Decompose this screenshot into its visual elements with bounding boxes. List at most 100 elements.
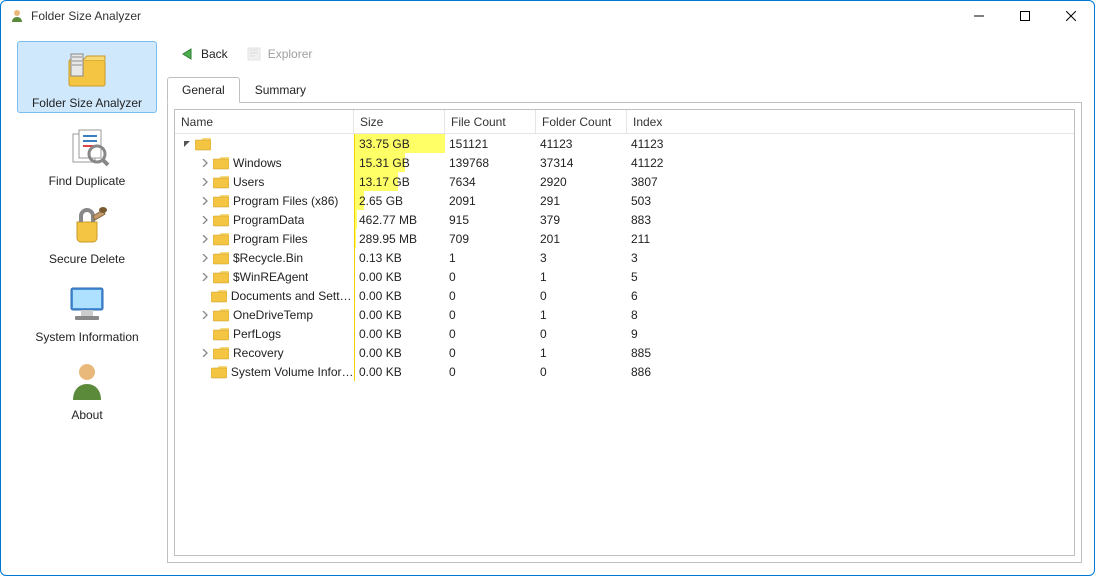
cell-file: 151121 [445,134,536,153]
cell-size: 289.95 MB [354,229,445,248]
folder-icon [213,213,229,227]
cell-size: 33.75 GB [354,134,445,153]
tree-expander[interactable] [197,250,213,266]
sidebar-item-label: Folder Size Analyzer [32,96,142,110]
tree-expander[interactable] [179,136,195,152]
cell-index: 5 [627,267,718,286]
table-row[interactable]: $Recycle.Bin0.13 KB133 [175,248,1074,267]
tree-expander[interactable] [197,345,213,361]
tree-expander[interactable] [197,269,213,285]
cell-name: Program Files (x86) [175,191,354,210]
size-text: 15.31 GB [355,156,410,170]
sidebar-item-label: System Information [35,330,138,344]
explorer-button[interactable]: Explorer [246,46,313,62]
minimize-button[interactable] [956,1,1002,31]
cell-folder: 0 [536,286,627,305]
tree-expander[interactable] [197,307,213,323]
table-row[interactable]: Windows15.31 GB1397683731441122 [175,153,1074,172]
col-header-name[interactable]: Name [175,110,354,133]
cell-size: 0.00 KB [354,362,445,381]
cell-index: 503 [627,191,718,210]
cell-name: Users [175,172,354,191]
back-label: Back [201,47,228,61]
table-row[interactable]: Recovery0.00 KB01885 [175,343,1074,362]
table-row[interactable]: 33.75 GB1511214112341123 [175,134,1074,153]
table-row[interactable]: Documents and Settings0.00 KB006 [175,286,1074,305]
cell-size: 0.00 KB [354,343,445,362]
tree-spacer [197,326,213,342]
name-text: Program Files (x86) [233,194,338,208]
cell-file: 0 [445,305,536,324]
tab-summary[interactable]: Summary [240,77,321,103]
tab-label: General [182,83,225,97]
close-button[interactable] [1048,1,1094,31]
tree-expander[interactable] [197,155,213,171]
table-row[interactable]: $WinREAgent0.00 KB015 [175,267,1074,286]
table-row[interactable]: Users13.17 GB763429203807 [175,172,1074,191]
tab-general[interactable]: General [167,77,240,103]
size-text: 0.00 KB [355,365,402,379]
name-text: Users [233,175,264,189]
size-text: 33.75 GB [355,137,410,151]
table-row[interactable]: Program Files (x86)2.65 GB2091291503 [175,191,1074,210]
tree-expander[interactable] [197,174,213,190]
size-text: 0.00 KB [355,308,402,322]
tab-label: Summary [255,83,306,97]
col-header-label: Size [360,115,383,129]
tree-expander[interactable] [197,212,213,228]
table-row[interactable]: OneDriveTemp0.00 KB018 [175,305,1074,324]
cell-size: 0.13 KB [354,248,445,267]
tree-expander[interactable] [197,231,213,247]
col-header-index[interactable]: Index [627,110,718,133]
col-header-file[interactable]: File Count [445,110,536,133]
analyzer-icon [63,46,111,94]
name-text: System Volume Inform... [231,365,354,379]
cell-index: 6 [627,286,718,305]
sidebar-item-secdel[interactable]: Secure Delete [17,197,157,269]
name-text: OneDriveTemp [233,308,313,322]
cell-file: 0 [445,324,536,343]
explorer-icon [246,46,262,62]
table-row[interactable]: System Volume Inform...0.00 KB00886 [175,362,1074,381]
col-header-label: Index [633,115,662,129]
system-info-icon [63,280,111,328]
size-text: 0.00 KB [355,327,402,341]
cell-file: 7634 [445,172,536,191]
content: Back Explorer General Summary Name Siz [167,37,1082,563]
tree-spacer [196,288,211,304]
cell-size: 0.00 KB [354,324,445,343]
window-title: Folder Size Analyzer [31,9,141,23]
body: Folder Size Analyzer Find Duplicate [1,31,1094,575]
col-header-label: File Count [451,115,506,129]
table-row[interactable]: PerfLogs0.00 KB009 [175,324,1074,343]
table-row[interactable]: Program Files289.95 MB709201211 [175,229,1074,248]
sidebar-item-dup[interactable]: Find Duplicate [17,119,157,191]
cell-folder: 201 [536,229,627,248]
folder-icon [213,270,229,284]
cell-index: 41123 [627,134,718,153]
maximize-button[interactable] [1002,1,1048,31]
cell-name: OneDriveTemp [175,305,354,324]
folder-icon [213,175,229,189]
cell-index: 885 [627,343,718,362]
col-header-folder[interactable]: Folder Count [536,110,627,133]
cell-name [175,134,354,153]
tree-expander[interactable] [197,193,213,209]
sidebar-item-sysinfo[interactable]: System Information [17,275,157,347]
table-row[interactable]: ProgramData462.77 MB915379883 [175,210,1074,229]
back-button[interactable]: Back [179,46,228,62]
back-arrow-icon [179,46,195,62]
folder-icon [213,346,229,360]
cell-size: 13.17 GB [354,172,445,191]
cell-folder: 2920 [536,172,627,191]
col-header-size[interactable]: Size [354,110,445,133]
cell-index: 886 [627,362,718,381]
sidebar-item-about[interactable]: About [17,353,157,425]
cell-size: 462.77 MB [354,210,445,229]
cell-name: $Recycle.Bin [175,248,354,267]
cell-folder: 1 [536,305,627,324]
cell-file: 709 [445,229,536,248]
cell-file: 1 [445,248,536,267]
sidebar-item-analyzer[interactable]: Folder Size Analyzer [17,41,157,113]
cell-name: Documents and Settings [175,286,354,305]
